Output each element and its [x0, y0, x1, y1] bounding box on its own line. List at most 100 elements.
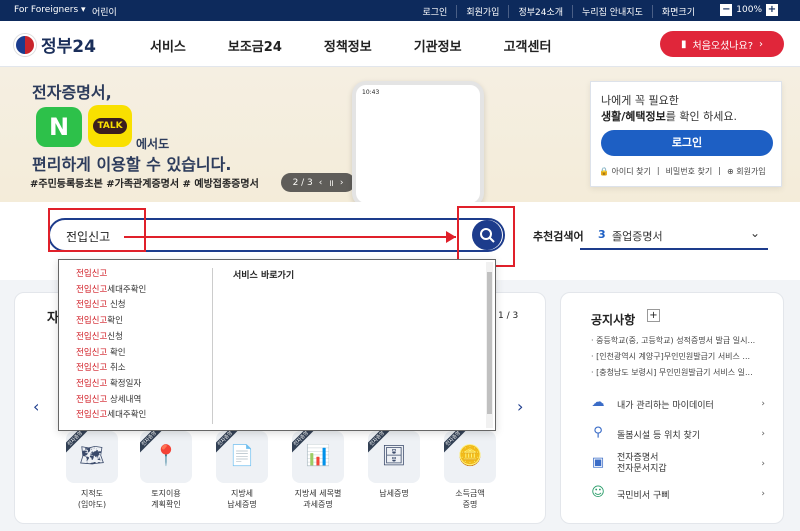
nav-policy[interactable]: 정책정보	[324, 36, 372, 55]
bookmark-icon: ▮	[680, 38, 687, 50]
kakaotalk-logo-icon: TALK	[88, 105, 132, 147]
top-links: 로그인 회원가입 정부24소개 누리집 안내지도 화면크기	[414, 5, 705, 18]
find-id-link[interactable]: 🔒 아이디 찾기	[599, 166, 651, 177]
autocomplete-list: 전입신고 전입신고세대주확인 전입신고 신청 전입신고확인 전입신고신청 전입신…	[76, 267, 146, 424]
coins-icon: 🪙	[457, 443, 483, 467]
login-prompt-line1: 나에게 꼭 필요한	[601, 94, 679, 107]
list-item[interactable]: 전입신고 상세내역	[76, 393, 146, 409]
top-link-sitemap[interactable]: 누리집 안내지도	[572, 5, 652, 18]
gubbi-link[interactable]: ☺ 국민비서 구삐 ›	[589, 485, 765, 503]
notice-title[interactable]: 공지사항	[591, 311, 635, 328]
lock-icon: 🔒	[599, 167, 609, 176]
service-item[interactable]: 전자증명 📊 지방세 세목별 과세증명	[287, 431, 349, 510]
signup-link[interactable]: ⊕ 회원가입	[727, 166, 766, 177]
cloud-icon: ☁	[591, 395, 605, 410]
e-wallet-link[interactable]: ▣ 전자증명서 전자문서지갑 ›	[589, 453, 765, 475]
location-map-icon: 📍	[153, 443, 179, 467]
top-link-screensize: 화면크기	[651, 5, 704, 18]
notice-item[interactable]: · [인천광역시 계양구]무인민원발급기 서비스 ...	[591, 351, 781, 362]
list-item[interactable]: 전입신고세대주확인	[76, 408, 146, 424]
list-item[interactable]: 전입신고 신청	[76, 298, 146, 314]
user-icon: ⊕	[726, 167, 734, 176]
chevron-right-icon: ›	[761, 399, 765, 409]
for-foreigners-link[interactable]: For Foreigners ▾	[14, 5, 86, 15]
recommended-label: 추천검색어	[533, 230, 584, 243]
mydata-link[interactable]: ☁ 내가 관리하는 마이데이터 ›	[589, 395, 766, 413]
zoom-out-button[interactable]: −	[720, 4, 733, 16]
notice-item[interactable]: · 중등학교(중, 고등학교) 성적증명서 발급 일시...	[591, 335, 781, 346]
first-visit-button[interactable]: ▮ 처음오셨나요? ›	[660, 31, 784, 57]
mascot-icon: ☺	[591, 485, 605, 500]
site-logo[interactable]: 정부24	[14, 32, 96, 57]
list-item[interactable]: 전입신고확인	[76, 314, 146, 330]
care-facility-link[interactable]: ⚲ 돌봄시설 등 위치 찾기 ›	[589, 425, 765, 443]
chevron-right-icon: ›	[759, 38, 764, 50]
scrollbar-thumb[interactable]	[487, 272, 492, 414]
highlight-box-input	[48, 208, 146, 252]
main-header: 정부24 서비스 보조금24 정책정보 기관정보 고객센터 ▮ 처음오셨나요? …	[0, 21, 800, 67]
government-emblem-icon	[14, 33, 36, 56]
list-item[interactable]: 전입신고	[76, 267, 146, 283]
shortcut-heading: 서비스 바로가기	[233, 271, 295, 281]
nav-support[interactable]: 고객센터	[504, 36, 552, 55]
services-next-icon[interactable]: ›	[517, 397, 523, 416]
zoom-in-button[interactable]: +	[766, 4, 778, 16]
naver-logo-icon: N	[36, 107, 82, 147]
chevron-right-icon: ›	[761, 489, 765, 499]
list-item[interactable]: 전입신고 취소	[76, 361, 146, 377]
annotation-arrowhead	[446, 231, 456, 243]
service-item[interactable]: 전자증명 🗄 납세증명	[363, 431, 425, 499]
chevron-right-icon: ›	[761, 459, 765, 469]
nav-services[interactable]: 서비스	[150, 36, 186, 55]
notice-more-icon[interactable]: +	[647, 309, 660, 322]
map-icon: 🗺	[79, 443, 105, 467]
dropdown-divider	[212, 268, 213, 424]
banner-prev-button[interactable]: ‹	[319, 178, 323, 188]
banner-line1: 전자증명서,	[32, 83, 112, 102]
top-utility-bar: For Foreigners ▾ 어린이 로그인 회원가입 정부24소개 누리집…	[0, 0, 800, 21]
kids-link[interactable]: 어린이	[92, 5, 117, 18]
services-prev-icon[interactable]: ‹	[33, 397, 39, 416]
wallet-icon: ▣	[591, 455, 605, 470]
login-prompt-line2: 생활/혜택정보를 확인 하세요.	[601, 110, 737, 123]
top-link-login[interactable]: 로그인	[414, 5, 457, 18]
nav-agency[interactable]: 기관정보	[414, 36, 462, 55]
location-pin-icon: ⚲	[593, 425, 603, 440]
banner-line3: 편리하게 이용할 수 있습니다.	[32, 155, 232, 174]
login-box: 나에게 꼭 필요한 생활/혜택정보를 확인 하세요. 로그인 🔒 아이디 찾기 …	[590, 81, 782, 187]
zoom-level: 100%	[736, 5, 762, 15]
banner-tags: #주민등록등초본 #가족관계증명서 # 예방접종증명서	[30, 179, 259, 190]
cabinet-icon: 🗄	[381, 443, 407, 467]
phone-illustration: 10:43	[352, 81, 484, 202]
list-item[interactable]: 전입신고신청	[76, 330, 146, 346]
nav-subsidy[interactable]: 보조금24	[228, 36, 282, 55]
find-password-link[interactable]: 비밀번호 찾기	[666, 166, 713, 177]
annotation-arrow	[124, 236, 456, 238]
notice-item[interactable]: · [충청남도 보령시] 무인민원발급기 서비스 일...	[591, 367, 781, 378]
logo-text: 정부24	[41, 37, 96, 57]
highlight-box-search-button	[457, 206, 515, 267]
login-button[interactable]: 로그인	[601, 130, 773, 156]
recommended-value: 졸업증명서	[612, 230, 663, 243]
service-item[interactable]: 전자증명 🪙 소득금액 증명	[439, 431, 501, 510]
recommended-rank: 3	[598, 228, 606, 241]
banner-page-count: 2 / 3	[292, 177, 313, 188]
chart-board-icon: 📊	[305, 443, 331, 467]
top-link-about[interactable]: 정부24소개	[508, 5, 572, 18]
services-page-indicator: 1 / 3	[498, 311, 519, 321]
top-link-signup[interactable]: 회원가입	[456, 5, 508, 18]
list-item[interactable]: 전입신고세대주확인	[76, 283, 146, 299]
banner-next-button[interactable]: ›	[340, 178, 344, 188]
service-item[interactable]: 전자증명 📍 토지이용 계획확인	[135, 431, 197, 510]
recommended-select[interactable]: 3 졸업증명서 ⌄	[580, 220, 768, 250]
banner-pause-button[interactable]: ॥	[328, 176, 333, 189]
zoom-control: − 100% +	[720, 4, 778, 16]
service-item[interactable]: 전자증명 🗺 지적도 (임야도)	[61, 431, 123, 510]
service-item[interactable]: 전자증명 📄 지방세 납세증명	[211, 431, 273, 510]
dropdown-scrollbar[interactable]	[486, 262, 493, 428]
list-item[interactable]: 전입신고 확인	[76, 346, 146, 362]
chevron-down-icon: ⌄	[749, 226, 760, 240]
login-links: 🔒 아이디 찾기 | 비밀번호 찾기 | ⊕ 회원가입	[599, 166, 766, 177]
list-item[interactable]: 전입신고 확정일자	[76, 377, 146, 393]
main-nav: 서비스 보조금24 정책정보 기관정보 고객센터	[150, 36, 551, 55]
